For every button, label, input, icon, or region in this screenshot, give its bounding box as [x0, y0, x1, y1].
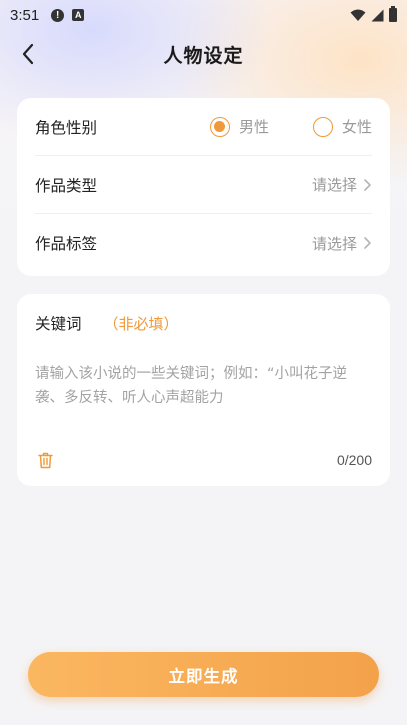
chevron-right-icon	[364, 237, 371, 249]
wifi-icon	[350, 9, 366, 21]
work-type-label: 作品类型	[35, 176, 98, 195]
keywords-title: 关键词	[35, 315, 82, 333]
gender-option-label: 男性	[238, 118, 269, 136]
battery-icon	[389, 6, 397, 22]
status-bar: 3:51 ! A	[0, 0, 407, 30]
char-counter: 0/200	[336, 452, 372, 468]
chevron-left-icon	[22, 43, 34, 65]
status-time: 3:51	[10, 6, 40, 24]
back-button[interactable]	[14, 40, 42, 68]
keywords-footer: 0/200	[35, 450, 372, 470]
keywords-card: 关键词 （非必填） 0/200	[17, 294, 390, 486]
gender-option-label: 女性	[341, 118, 372, 136]
work-type-row[interactable]: 作品类型 请选择	[35, 156, 372, 214]
gender-option-male[interactable]: 男性	[209, 116, 269, 137]
clear-button[interactable]	[35, 450, 55, 470]
gender-radio-group: 男性 女性	[209, 116, 372, 137]
gender-row: 角色性别 男性 女性	[35, 98, 372, 156]
status-icons-right	[350, 6, 397, 22]
signal-icon	[371, 9, 384, 21]
font-a-icon: A	[72, 9, 85, 21]
keywords-input[interactable]	[35, 362, 372, 420]
work-tags-value: 请选择	[311, 234, 357, 253]
trash-icon	[37, 452, 53, 468]
work-type-value: 请选择	[311, 176, 357, 194]
optional-hint: （非必填）	[103, 314, 179, 333]
generate-button[interactable]: 立即生成	[28, 652, 379, 697]
work-tags-label: 作品标签	[35, 235, 98, 253]
settings-card: 角色性别 男性 女性 作品类型 请选择 作品标签 请选择	[17, 98, 390, 276]
alert-icon: !	[51, 8, 65, 22]
radio-unchecked-icon	[312, 116, 333, 137]
gender-option-female[interactable]: 女性	[312, 116, 372, 137]
work-type-select[interactable]: 请选择	[312, 174, 372, 195]
page-title: 人物设定	[163, 44, 244, 67]
keywords-header: 关键词 （非必填）	[35, 312, 372, 334]
work-tags-select[interactable]: 请选择	[312, 233, 372, 254]
nav-bar: 人物设定	[0, 34, 407, 74]
chevron-right-icon	[364, 178, 371, 191]
radio-checked-icon	[209, 116, 230, 137]
gender-label: 角色性别	[35, 118, 98, 137]
status-icons-left: ! A	[51, 8, 85, 22]
work-tags-row[interactable]: 作品标签 请选择	[35, 214, 372, 272]
